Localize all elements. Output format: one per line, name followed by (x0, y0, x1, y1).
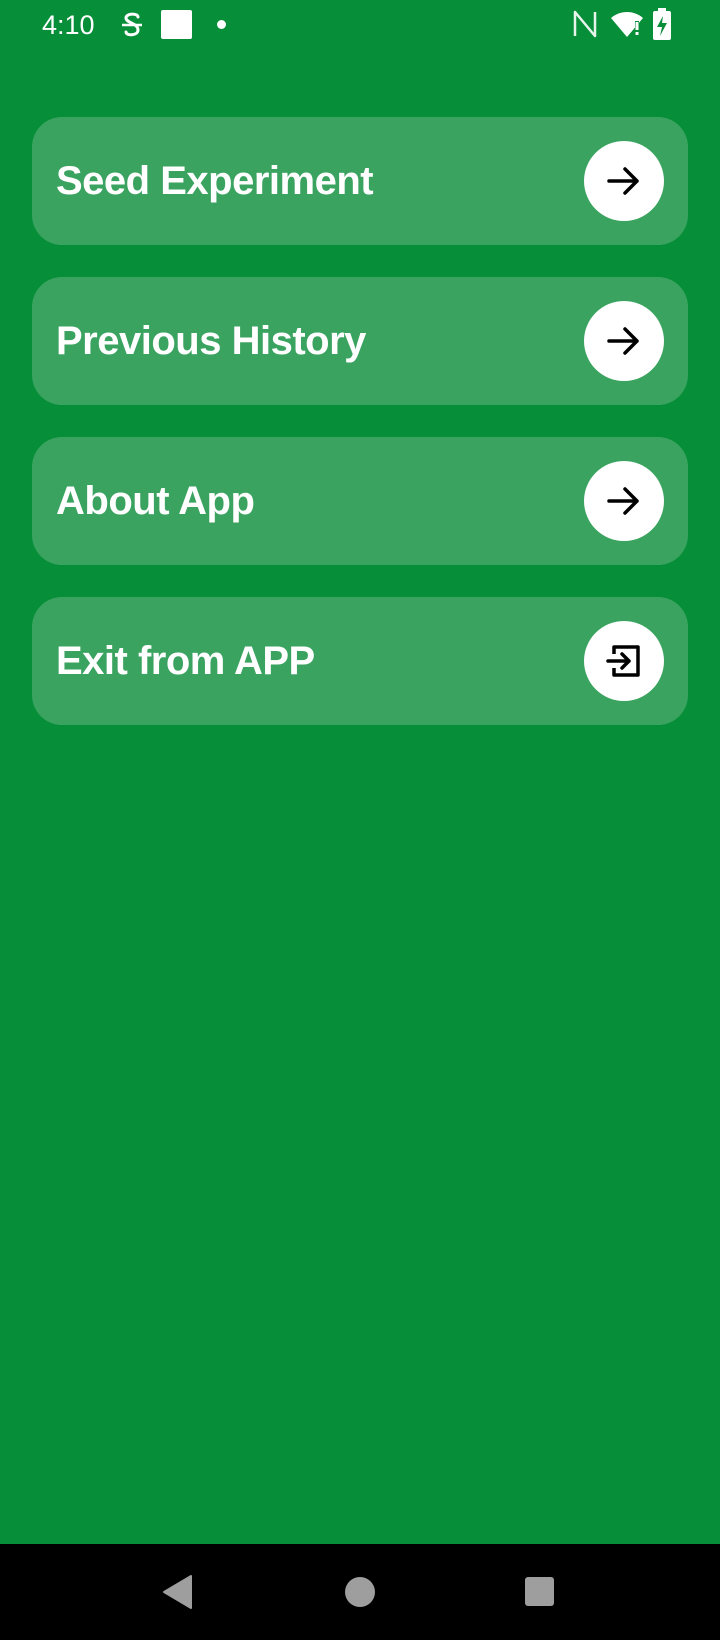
wifi-alert-icon (611, 12, 643, 37)
arrow-right-icon[interactable] (584, 461, 664, 541)
seed-experiment-button[interactable]: Seed Experiment (32, 117, 688, 245)
app-notification-icon (122, 12, 142, 37)
nfc-icon (573, 10, 597, 38)
home-icon[interactable] (345, 1577, 375, 1607)
status-bar: 4:10 (0, 0, 720, 50)
dot-icon (217, 20, 226, 29)
exit-app-button[interactable]: Exit from APP (32, 597, 688, 725)
menu-item-label: Seed Experiment (56, 159, 374, 203)
menu-item-label: Previous History (56, 319, 366, 363)
arrow-right-icon[interactable] (584, 301, 664, 381)
menu-item-label: About App (56, 479, 255, 523)
navigation-bar (0, 1544, 720, 1640)
previous-history-button[interactable]: Previous History (32, 277, 688, 405)
recents-icon[interactable] (525, 1577, 554, 1606)
about-app-button[interactable]: About App (32, 437, 688, 565)
back-icon[interactable] (162, 1574, 192, 1610)
menu-item-label: Exit from APP (56, 639, 315, 683)
status-time: 4:10 (42, 10, 95, 40)
main-menu: Seed Experiment Previous History About A… (32, 117, 688, 757)
arrow-right-icon[interactable] (584, 141, 664, 221)
battery-charging-icon (653, 8, 671, 40)
exit-icon[interactable] (584, 621, 664, 701)
square-notification-icon (161, 10, 192, 39)
